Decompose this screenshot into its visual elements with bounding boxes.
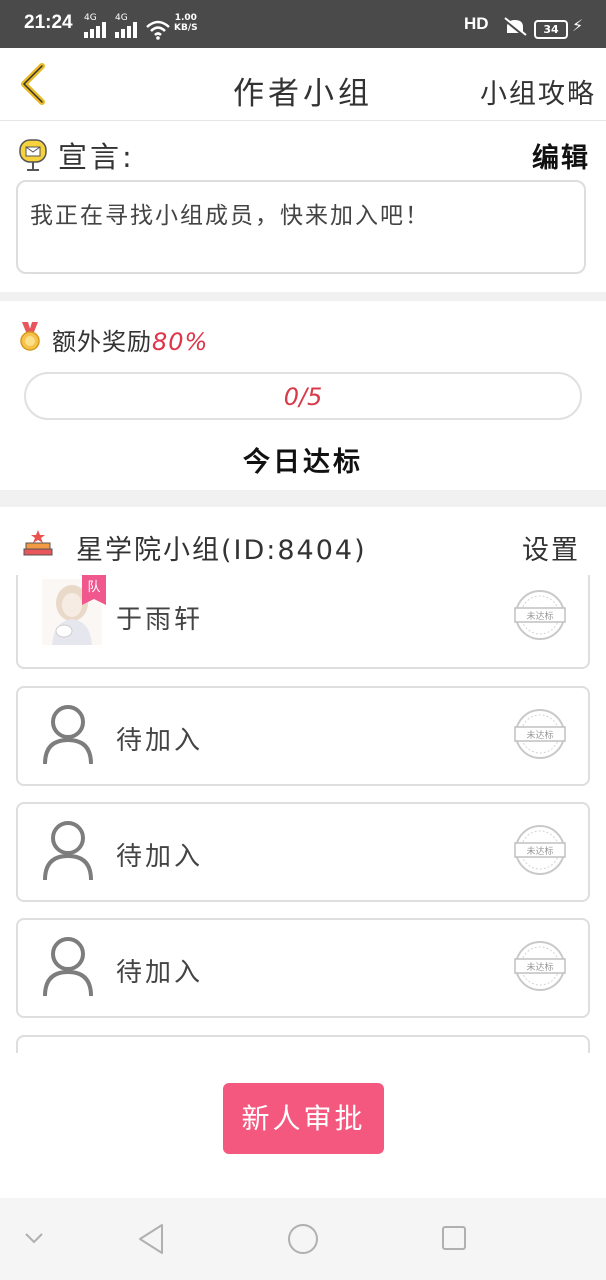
manifesto-text-box: 我正在寻找小组成员，快来加入吧！ [16, 180, 586, 274]
person-placeholder-icon [43, 937, 93, 997]
stamp-text: 未达标 [526, 729, 553, 741]
group-title: 星学院小组(ID:8404) [76, 535, 367, 566]
home-circle-icon[interactable] [286, 1222, 320, 1256]
not-qualified-stamp-icon: 未达标 [514, 825, 566, 875]
extra-reward-percent: 80% [152, 328, 209, 356]
back-triangle-icon[interactable] [136, 1222, 166, 1256]
member-card-leader[interactable]: 队 于雨轩 未达标 [16, 575, 590, 669]
member-card-empty[interactable]: 待加入 未达标 [16, 918, 590, 1018]
status-time: 21:24 [24, 12, 73, 33]
section-divider [0, 292, 606, 301]
member-card-empty[interactable]: 待加入 未达标 [16, 686, 590, 786]
person-placeholder-icon [43, 705, 93, 765]
silent-icon [503, 17, 527, 39]
cell-signal-icon-2 [115, 22, 137, 38]
network-speed: 1.00 KB/S [174, 13, 198, 33]
person-placeholder-icon [43, 821, 93, 881]
speed-value: 1.00 [174, 13, 197, 23]
member-name: 待加入 [116, 842, 204, 872]
member-list[interactable]: 队 于雨轩 未达标 待加入 未达标 待加入 未达标 待加入 未达标 [0, 575, 606, 1053]
charging-icon: ⚡ [572, 16, 584, 35]
extra-reward: 额外奖励80% [52, 322, 208, 357]
hd-indicator: HD [464, 14, 489, 33]
daily-progress-bar: 0/5 [24, 372, 582, 420]
stamp-text: 未达标 [526, 845, 553, 857]
top-nav-bar: 作者小组 小组攻略 [0, 48, 606, 121]
edit-button[interactable]: 编辑 [532, 136, 590, 175]
member-name: 待加入 [116, 958, 204, 988]
status-bar: 21:24 4G 4G 1.00 KB/S HD 34 ⚡ [0, 0, 606, 48]
not-qualified-stamp-icon: 未达标 [514, 709, 566, 759]
battery-indicator: 34 [534, 20, 568, 39]
today-status-label: 今日达标 [243, 447, 363, 478]
mailbox-icon [19, 139, 47, 171]
group-settings-button[interactable]: 设置 [522, 528, 580, 567]
stamp-text: 未达标 [526, 961, 553, 973]
cell-signal-icon-1 [84, 22, 106, 38]
speed-unit: KB/S [174, 23, 198, 33]
system-navigation-bar [0, 1198, 606, 1280]
member-name: 待加入 [116, 726, 204, 756]
member-card-empty[interactable]: 待加入 未达标 [16, 802, 590, 902]
progress-count: 0/5 [283, 383, 323, 411]
stamp-text: 未达标 [526, 610, 553, 622]
section-divider [0, 490, 606, 507]
not-qualified-stamp-icon: 未达标 [514, 590, 566, 640]
member-name: 于雨轩 [116, 605, 204, 635]
not-qualified-stamp-icon: 未达标 [514, 941, 566, 991]
group-stage-icon [23, 530, 53, 556]
new-member-approval-button[interactable]: 新人审批 [223, 1083, 384, 1154]
member-card-partial[interactable] [16, 1035, 590, 1053]
wifi-icon [146, 20, 170, 40]
extra-reward-label: 额外奖励 [52, 328, 152, 356]
group-guide-link[interactable]: 小组攻略 [480, 72, 596, 111]
medal-icon [20, 322, 40, 351]
hide-keyboard-chevron-icon[interactable] [22, 1228, 46, 1248]
recent-apps-square-icon[interactable] [440, 1224, 470, 1254]
manifesto-label: 宣言: [58, 140, 135, 174]
